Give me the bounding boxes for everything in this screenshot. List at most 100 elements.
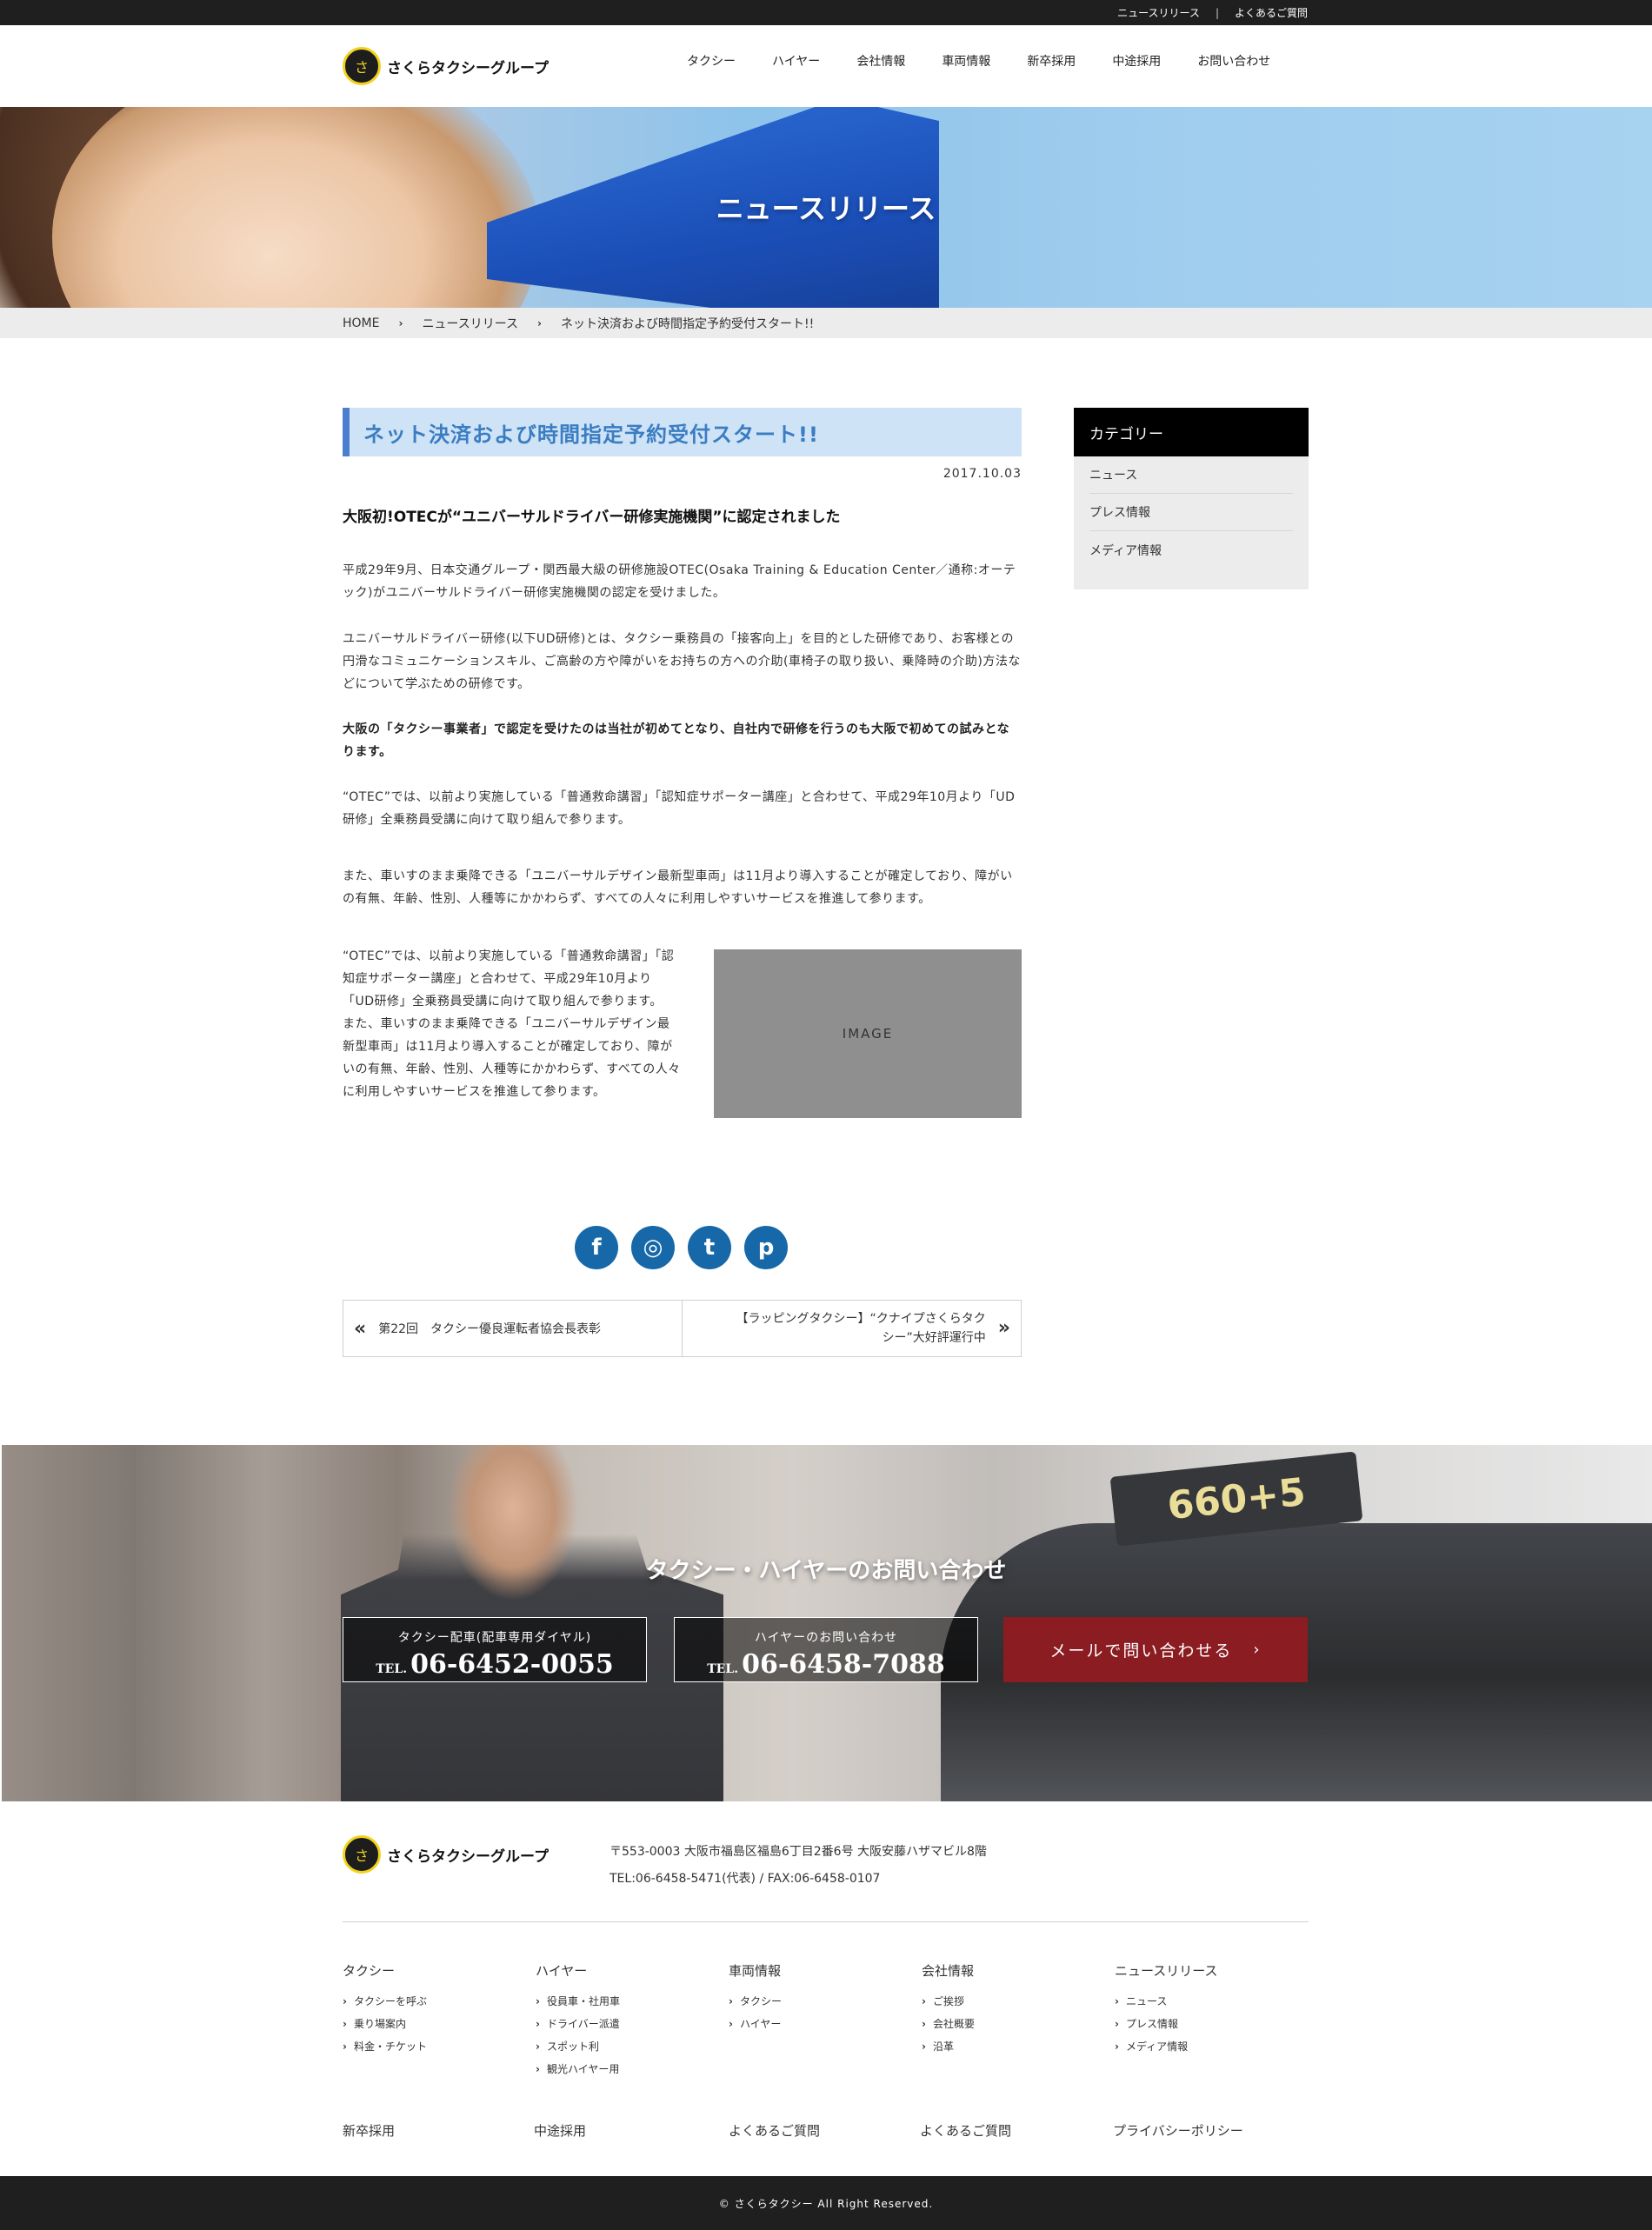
social-share: f ◎ t p	[575, 1226, 801, 1269]
footer-address-block: 〒553-0003 大阪市福島区福島6丁目2番6号 大阪安藤ハザマビル8階 TE…	[610, 1839, 987, 1893]
nav-career-recruit[interactable]: 中途採用	[1112, 52, 1161, 70]
footer-link[interactable]: 観光ハイヤー用	[536, 2058, 709, 2080]
nav-contact[interactable]: お問い合わせ	[1197, 52, 1270, 70]
logo-text: さくらタクシーグループ	[387, 59, 549, 77]
contact-title: タクシー・ハイヤーのお問い合わせ	[645, 1558, 1007, 1584]
top-link-faq[interactable]: よくあるご質問	[1235, 5, 1308, 20]
footer-privacy-link[interactable]: プライバシーポリシー	[1113, 2121, 1243, 2140]
prev-post-title: 第22回 タクシー優良運転者協会長表彰	[378, 1322, 602, 1336]
article-paragraph-3: 大阪の「タクシー事業者」で認定を受けたのは当社が初めてとなり、自社内で研修を行う…	[343, 722, 1010, 759]
nav-new-grad-recruit[interactable]: 新卒採用	[1027, 52, 1076, 70]
article-image-placeholder: IMAGE	[714, 949, 1022, 1118]
top-utility-bar: ニュースリリース | よくあるご質問	[0, 0, 1652, 25]
hire-tel-number: TEL. 06-6458-7088	[675, 1649, 977, 1680]
logo-mark-icon: さ	[343, 1835, 381, 1874]
footer-logo[interactable]: さ さくらタクシーグループ	[343, 1835, 549, 1874]
article-paragraph-6: “OTEC”では、以前より実施している「普通救命講習」「認知症サポーター講座」と…	[343, 945, 682, 1103]
taxi-dispatch-number: TEL. 06-6452-0055	[343, 1649, 646, 1680]
article-paragraph-5: また、車いすのまま乗降できる「ユニバーサルデザイン最新型車両」は11月より導入す…	[343, 869, 1013, 906]
article-paragraph-2: ユニバーサルドライバー研修(以下UD研修)とは、タクシー乗務員の「接客向上」を目…	[343, 632, 1021, 691]
footer-link[interactable]: ドライバー派遣	[536, 2013, 709, 2035]
sidebar-item-news[interactable]: ニュース	[1089, 456, 1293, 494]
footer-col-title: 車両情報	[729, 1963, 782, 1979]
nav-taxi[interactable]: タクシー	[687, 52, 736, 70]
next-post-link[interactable]: 【ラッピングタクシー】“クナイプさくらタクシー”大好評運行中 »	[683, 1301, 1021, 1356]
footer-career-link[interactable]: 中途採用	[534, 2121, 586, 2140]
footer-link[interactable]: 料金・チケット	[343, 2035, 516, 2058]
pinterest-icon[interactable]: p	[744, 1226, 788, 1269]
footer-new-grad-link[interactable]: 新卒採用	[343, 2121, 395, 2140]
footer-tel-fax: TEL:06-6458-5471(代表) / FAX:06-6458-0107	[610, 1872, 881, 1886]
tel-prefix: TEL.	[707, 1662, 739, 1676]
footer-link[interactable]: プレス情報	[1115, 2013, 1289, 2035]
article-paragraph-4: “OTEC”では、以前より実施している「普通救命講習」「認知症サポーター講座」と…	[343, 790, 1016, 827]
breadcrumb: HOME › ニュースリリース › ネット決済および時間指定予約受付スタート!!	[343, 308, 814, 338]
breadcrumb-arrow-icon: ›	[537, 316, 542, 330]
footer-col-company: 会社情報 ご挨拶 会社概要 沿革	[922, 1961, 1096, 2058]
footer-link[interactable]: ご挨拶	[922, 1990, 1096, 2013]
footer-col-title: 会社情報	[922, 1963, 975, 1979]
footer-col-vehicles: 車両情報 タクシー ハイヤー	[729, 1961, 903, 2035]
footer-link[interactable]: 会社概要	[922, 2013, 1096, 2035]
facebook-icon[interactable]: f	[575, 1226, 618, 1269]
double-chevron-left-icon: «	[354, 1317, 367, 1340]
breadcrumb-arrow-icon: ›	[398, 316, 403, 330]
breadcrumb-current: ネット決済および時間指定予約受付スタート!!	[561, 316, 815, 331]
footer-col-title: ニュースリリース	[1115, 1963, 1218, 1979]
footer-link[interactable]: タクシーを呼ぶ	[343, 1990, 516, 2013]
footer-link[interactable]: 沿革	[922, 2035, 1096, 2058]
footer-col-news: ニュースリリース ニュース プレス情報 メディア情報	[1115, 1961, 1289, 2058]
footer-link[interactable]: メディア情報	[1115, 2035, 1289, 2058]
taxi-dispatch-caption: タクシー配車(配車専用ダイヤル)	[397, 1631, 592, 1645]
article-paragraph-1: 平成29年9月、日本交通グループ・関西最大級の研修施設OTEC(Osaka Tr…	[343, 563, 1016, 600]
copyright: © さくらタクシー All Right Reserved.	[0, 2176, 1652, 2230]
article-date: 2017.10.03	[943, 467, 1022, 481]
top-link-separator: |	[1215, 6, 1219, 19]
nav-vehicles[interactable]: 車両情報	[942, 52, 990, 70]
sidebar-category-list: ニュース プレス情報 メディア情報	[1074, 456, 1309, 589]
breadcrumb-bar	[0, 308, 1652, 338]
article-title: ネット決済および時間指定予約受付スタート!!	[343, 408, 1022, 456]
tel-prefix: TEL.	[376, 1662, 408, 1676]
footer-col-title: タクシー	[343, 1963, 396, 1979]
footer-link[interactable]: タクシー	[729, 1990, 903, 2013]
twitter-icon[interactable]: t	[688, 1226, 731, 1269]
double-chevron-right-icon: »	[997, 1317, 1010, 1339]
footer-link[interactable]: ハイヤー	[729, 2013, 903, 2035]
footer-link[interactable]: 役員車・社用車	[536, 1990, 709, 2013]
taxi-dispatch-tel-button[interactable]: タクシー配車(配車専用ダイヤル) TEL. 06-6452-0055	[343, 1617, 647, 1682]
footer-link[interactable]: スポット利	[536, 2035, 709, 2058]
footer-link[interactable]: ニュース	[1115, 1990, 1289, 2013]
footer-col-hire: ハイヤー 役員車・社用車 ドライバー派遣 スポット利 観光ハイヤー用	[536, 1961, 709, 2080]
hire-tel-button[interactable]: ハイヤーのお問い合わせ TEL. 06-6458-7088	[674, 1617, 978, 1682]
prev-post-link[interactable]: « 第22回 タクシー優良運転者協会長表彰	[343, 1301, 683, 1356]
footer-faq-link-2[interactable]: よくあるご質問	[920, 2121, 1011, 2140]
article-paragraph-6a: “OTEC”では、以前より実施している「普通救命講習」「認知症サポーター講座」と…	[343, 949, 675, 1008]
logo-mark-icon: さ	[343, 47, 381, 85]
mail-contact-label: メールで問い合わせる	[1049, 1641, 1233, 1661]
breadcrumb-news[interactable]: ニュースリリース	[422, 315, 518, 332]
sidebar-item-press[interactable]: プレス情報	[1089, 494, 1293, 531]
footer-col-title: ハイヤー	[536, 1963, 588, 1979]
top-link-news[interactable]: ニュースリリース	[1117, 5, 1200, 20]
mail-contact-button[interactable]: メールで問い合わせる ›	[1003, 1617, 1308, 1682]
sidebar-item-media[interactable]: メディア情報	[1089, 531, 1293, 569]
global-nav: タクシー ハイヤー 会社情報 車両情報 新卒採用 中途採用 お問い合わせ	[687, 52, 1270, 70]
footer-link[interactable]: 乗り場案内	[343, 2013, 516, 2035]
site-logo[interactable]: さ さくらタクシーグループ	[343, 47, 549, 85]
footer-faq-link[interactable]: よくあるご質問	[729, 2121, 820, 2140]
nav-company[interactable]: 会社情報	[856, 52, 905, 70]
breadcrumb-home[interactable]: HOME	[343, 316, 379, 330]
footer-col-taxi: タクシー タクシーを呼ぶ 乗り場案内 料金・チケット	[343, 1961, 516, 2058]
article-lead: 大阪初!OTECが“ユニバーサルドライバー研修実施機関”に認定されました	[343, 509, 841, 526]
tel-number: 06-6452-0055	[410, 1649, 614, 1680]
tel-number: 06-6458-7088	[742, 1649, 945, 1680]
footer-address: 〒553-0003 大阪市福島区福島6丁目2番6号 大阪安藤ハザマビル8階	[610, 1845, 987, 1859]
logo-text: さくらタクシーグループ	[387, 1847, 549, 1866]
post-pager: « 第22回 タクシー優良運転者協会長表彰 【ラッピングタクシー】“クナイプさく…	[343, 1300, 1022, 1357]
hire-tel-caption: ハイヤーのお問い合わせ	[754, 1631, 898, 1645]
instagram-icon[interactable]: ◎	[631, 1226, 675, 1269]
chevron-right-icon: ›	[1253, 1641, 1262, 1659]
article-paragraph-6b: また、車いすのまま乗降できる「ユニバーサルデザイン最新型車両」は11月より導入す…	[343, 1017, 681, 1099]
nav-hire[interactable]: ハイヤー	[772, 52, 820, 70]
